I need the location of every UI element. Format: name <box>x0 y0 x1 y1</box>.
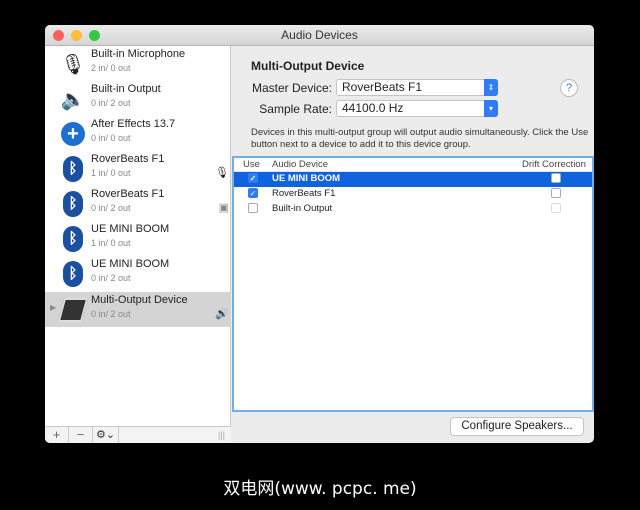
sample-rate-value: 44100.0 Hz <box>342 101 404 115</box>
bluetooth-icon: ᛒ <box>61 225 85 253</box>
device-name: Built-in Output <box>272 203 333 214</box>
column-drift-correction[interactable]: Drift Correction <box>522 159 586 170</box>
bluetooth-icon: ᛒ <box>61 190 85 218</box>
device-io: 0 in/ 2 out <box>91 273 131 283</box>
add-device-button[interactable]: + <box>45 427 69 443</box>
device-io: 1 in/ 0 out <box>91 168 131 178</box>
gear-menu-button[interactable]: ⚙⌄ <box>93 427 119 443</box>
master-device-select[interactable]: RoverBeats F1 ⇕ <box>336 79 498 96</box>
device-name: Built-in Microphone <box>91 48 186 60</box>
device-item[interactable]: ᛒ UE MINI BOOM 1 in/ 0 out <box>45 221 231 256</box>
title-bar: Audio Devices <box>45 25 594 46</box>
window-title: Audio Devices <box>281 28 358 42</box>
device-io: 0 in/ 0 out <box>91 133 131 143</box>
master-device-value: RoverBeats F1 <box>342 80 423 94</box>
sample-rate-label: Sample Rate: <box>259 102 332 116</box>
finder-icon: ▣ <box>218 202 229 214</box>
close-button[interactable] <box>53 30 64 41</box>
audio-devices-window: Audio Devices 🎙 Built-in Microphone 2 in/ … <box>45 25 594 443</box>
table-row[interactable]: Built-in Output <box>234 202 592 217</box>
help-button[interactable]: ? <box>560 79 578 97</box>
drift-checkbox[interactable] <box>551 173 561 183</box>
zoom-button[interactable] <box>89 30 100 41</box>
column-audio-device[interactable]: Audio Device <box>272 159 328 170</box>
output-speaker-icon: 🔊 <box>215 308 229 320</box>
remove-device-button[interactable]: − <box>69 427 93 443</box>
device-table: Use Audio Device Drift Correction ✓ UE MI… <box>232 156 594 412</box>
device-name: RoverBeats F1 <box>272 188 336 199</box>
description-text: Devices in this multi-output group will … <box>251 127 589 150</box>
device-item[interactable]: ᛒ RoverBeats F1 0 in/ 2 out ▣ <box>45 186 231 221</box>
device-io: 1 in/ 0 out <box>91 238 131 248</box>
multi-output-icon <box>57 296 89 324</box>
configure-speakers-button[interactable]: Configure Speakers... <box>450 417 584 436</box>
updown-chevron-icon: ⇕ <box>484 79 498 96</box>
device-detail-panel: Multi-Output Device Master Device: Rover… <box>232 46 594 443</box>
drift-checkbox[interactable] <box>551 188 561 198</box>
device-item[interactable]: ᛒ UE MINI BOOM 0 in/ 2 out <box>45 256 231 291</box>
device-name: Multi-Output Device <box>91 294 188 306</box>
use-checkbox[interactable] <box>248 203 258 213</box>
device-io: 0 in/ 2 out <box>91 98 131 108</box>
table-row[interactable]: ✓ RoverBeats F1 <box>234 187 592 202</box>
device-io: 2 in/ 0 out <box>91 63 131 73</box>
table-header: Use Audio Device Drift Correction <box>234 158 592 172</box>
device-name: RoverBeats F1 <box>91 153 165 165</box>
disclosure-triangle-icon[interactable]: ▶ <box>50 303 56 312</box>
device-name: RoverBeats F1 <box>91 188 165 200</box>
master-device-label: Master Device: <box>251 81 332 95</box>
sidebar-toolbar: + − ⚙⌄ ||| <box>45 426 231 443</box>
use-checkbox[interactable]: ✓ <box>248 173 258 183</box>
device-name: UE MINI BOOM <box>91 223 170 235</box>
device-io: 0 in/ 2 out <box>91 309 131 319</box>
microphone-icon: 🎙 <box>60 53 86 76</box>
table-row[interactable]: ✓ UE MINI BOOM <box>234 172 592 187</box>
column-use[interactable]: Use <box>243 159 260 170</box>
chevron-down-icon: ▾ <box>484 100 498 117</box>
input-microphone-icon: 🎙 <box>215 167 229 179</box>
device-name: UE MINI BOOM <box>272 173 341 184</box>
device-io: 0 in/ 2 out <box>91 203 131 213</box>
panel-title: Multi-Output Device <box>251 59 365 73</box>
device-list: 🎙 Built-in Microphone 2 in/ 0 out 🔈 Built-i… <box>45 46 231 443</box>
use-checkbox[interactable]: ✓ <box>248 188 258 198</box>
device-name: Built-in Output <box>91 83 161 95</box>
resize-handle[interactable]: ||| <box>119 427 231 443</box>
device-item[interactable]: 🎙 Built-in Microphone 2 in/ 0 out <box>45 46 231 81</box>
bluetooth-icon: ᛒ <box>61 260 85 288</box>
drift-checkbox <box>551 203 561 213</box>
device-item[interactable]: 🔈 Built-in Output 0 in/ 2 out <box>45 81 231 116</box>
speaker-icon: 🔈 <box>60 88 86 111</box>
device-item[interactable]: + After Effects 13.7 0 in/ 0 out <box>45 116 231 151</box>
bluetooth-icon: ᛒ <box>61 155 85 183</box>
device-name: UE MINI BOOM <box>91 258 170 270</box>
device-item-selected[interactable]: ▶ Multi-Output Device 0 in/ 2 out 🔊 <box>45 292 231 327</box>
device-item[interactable]: ᛒ RoverBeats F1 1 in/ 0 out 🎙 <box>45 151 231 186</box>
sample-rate-select[interactable]: 44100.0 Hz ▾ <box>336 100 498 117</box>
plus-circle-icon: + <box>61 120 85 148</box>
device-name: After Effects 13.7 <box>91 118 176 130</box>
watermark-caption: 双电网(www. pcpc. me) <box>223 479 417 499</box>
minimize-button[interactable] <box>71 30 82 41</box>
